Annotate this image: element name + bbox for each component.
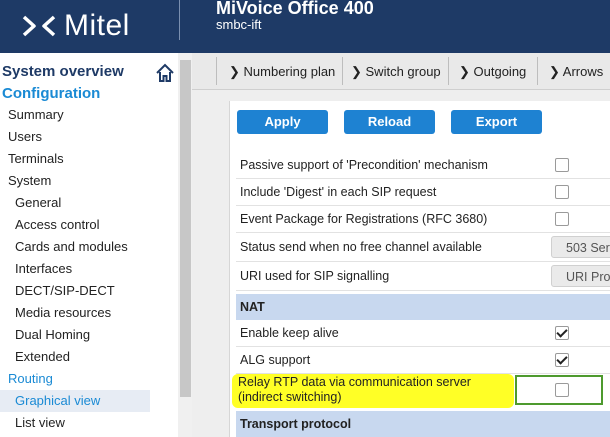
tab-label: Outgoing	[473, 64, 527, 79]
setting-row-precondition: Passive support of 'Precondition' mechan…	[236, 152, 610, 179]
setting-label: Passive support of 'Precondition' mechan…	[240, 158, 488, 172]
chevron-right-icon: ❯	[549, 64, 563, 79]
nav-system-overview[interactable]: System overview	[2, 63, 180, 80]
setting-label: Include 'Digest' in each SIP request	[240, 185, 437, 199]
nav-list-view[interactable]: List view	[0, 415, 193, 430]
tab-divider	[216, 57, 217, 85]
nav-summary[interactable]: Summary	[0, 107, 186, 122]
nav-media-resources[interactable]: Media resources	[0, 305, 193, 320]
setting-row-event-package: Event Package for Registrations (RFC 368…	[236, 206, 610, 233]
setting-row-keep-alive: Enable keep alive	[236, 320, 610, 347]
nav-graphical-view[interactable]: Graphical view	[0, 390, 150, 412]
host-name: smbc-ift	[216, 17, 262, 32]
export-button[interactable]: Export	[451, 110, 542, 134]
brand-name: Mitel	[64, 9, 130, 42]
nav-extended[interactable]: Extended	[0, 349, 193, 364]
precondition-checkbox[interactable]	[555, 158, 569, 172]
tab-switch-group[interactable]: ❯ Switch group	[351, 64, 441, 80]
uri-signalling-select[interactable]: URI Prov	[551, 265, 610, 287]
section-header-nat: NAT	[236, 294, 610, 320]
tab-label: Numbering plan	[243, 64, 336, 79]
tab-divider	[537, 57, 538, 85]
setting-label: Enable keep alive	[240, 326, 339, 340]
setting-row-digest: Include 'Digest' in each SIP request	[236, 179, 610, 206]
tab-bar: ❯ Numbering plan ❯ Switch group ❯ Outgoi…	[192, 53, 610, 90]
keep-alive-checkbox[interactable]	[555, 326, 569, 340]
apply-button[interactable]: Apply	[237, 110, 328, 134]
reload-button[interactable]: Reload	[344, 110, 435, 134]
nav-access-control[interactable]: Access control	[0, 217, 193, 232]
sidebar-scrollbar-thumb[interactable]	[180, 60, 191, 397]
nav-terminals[interactable]: Terminals	[0, 151, 186, 166]
nav-general[interactable]: General	[0, 195, 193, 210]
nav-routing[interactable]: Routing	[0, 371, 186, 386]
alg-support-checkbox[interactable]	[555, 353, 569, 367]
tab-label: Switch group	[365, 64, 441, 79]
nav-dual-homing[interactable]: Dual Homing	[0, 327, 193, 342]
setting-row-alg-support: ALG support	[236, 347, 610, 374]
relay-rtp-checkbox[interactable]	[555, 383, 569, 397]
setting-row-uri-signalling: URI used for SIP signalling URI Prov	[236, 262, 610, 291]
chevron-right-icon: ❯	[351, 64, 366, 79]
header-divider	[179, 0, 180, 40]
relay-rtp-label: Relay RTP data via communication server …	[238, 375, 471, 404]
nav-system[interactable]: System	[0, 173, 186, 188]
section-title: NAT	[240, 300, 265, 314]
home-icon[interactable]	[155, 63, 175, 83]
section-header-transport: Transport protocol	[236, 411, 610, 437]
chevron-right-icon: ❯	[459, 64, 474, 79]
app-header: Mitel MiVoice Office 400 smbc-ift	[0, 0, 610, 53]
event-package-checkbox[interactable]	[555, 212, 569, 226]
section-title: Transport protocol	[240, 417, 352, 431]
tab-label: Arrows	[562, 64, 604, 79]
status-send-select[interactable]: 503 Serv	[551, 236, 610, 258]
setting-row-status-send: Status send when no free channel availab…	[236, 233, 610, 262]
nav-configuration[interactable]: Configuration	[2, 85, 180, 102]
setting-label: ALG support	[240, 353, 311, 367]
tab-outgoing[interactable]: ❯ Outgoing	[459, 64, 526, 80]
tab-divider	[342, 57, 343, 85]
mitel-logo[interactable]: Mitel	[22, 6, 130, 46]
tab-divider	[448, 57, 449, 85]
nav-dect-sip-dect[interactable]: DECT/SIP-DECT	[0, 283, 193, 298]
mitel-logo-icon	[22, 15, 56, 37]
setting-label: URI used for SIP signalling	[240, 269, 390, 283]
setting-label: Status send when no free channel availab…	[240, 240, 482, 254]
setting-label: Event Package for Registrations (RFC 368…	[240, 212, 488, 226]
nav-interfaces[interactable]: Interfaces	[0, 261, 193, 276]
tab-numbering-plan[interactable]: ❯ Numbering plan	[229, 64, 335, 80]
chevron-right-icon: ❯	[229, 64, 244, 79]
digest-checkbox[interactable]	[555, 185, 569, 199]
nav-cards-modules[interactable]: Cards and modules	[0, 239, 193, 254]
nav-users[interactable]: Users	[0, 129, 186, 144]
tab-arrows[interactable]: ❯ Arrows	[549, 64, 603, 80]
